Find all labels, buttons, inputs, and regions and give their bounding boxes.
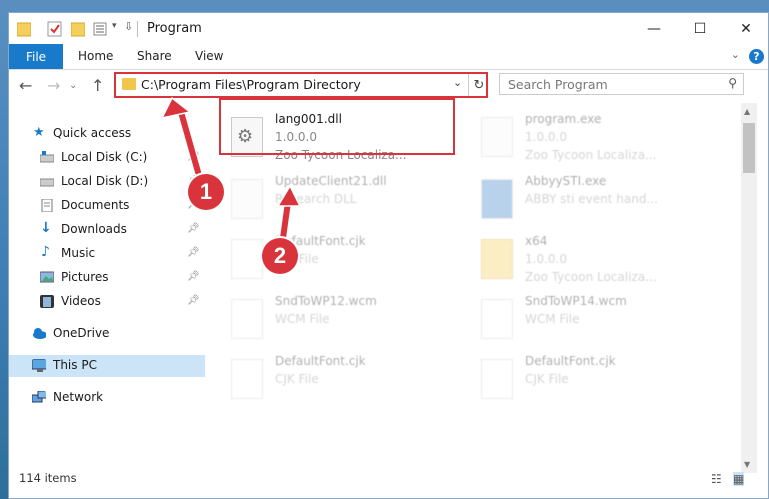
arrow-to-address <box>160 96 203 177</box>
annotation-badge-2: 2 <box>262 238 298 274</box>
arrow-to-file <box>276 184 302 243</box>
annotation-arrows <box>160 96 302 243</box>
annotation-badge-1: 1 <box>188 174 224 210</box>
